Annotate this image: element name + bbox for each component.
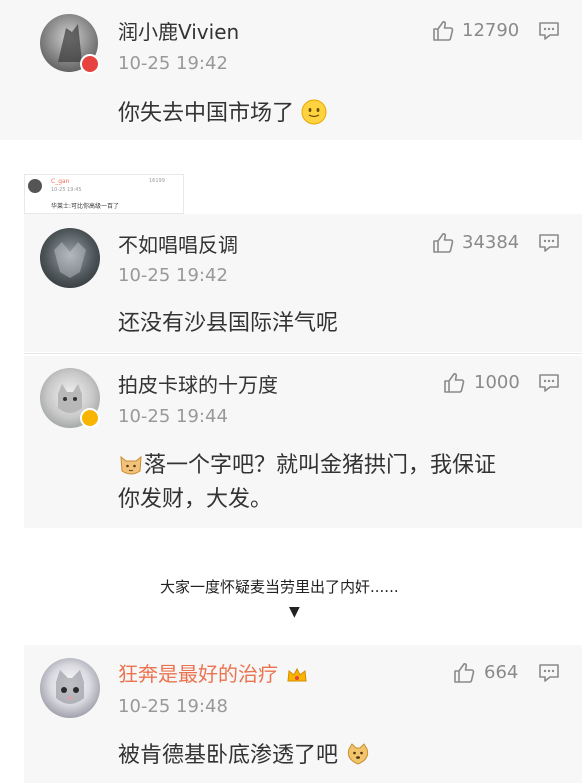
verified-badge <box>80 54 100 74</box>
mini-avatar[interactable] <box>28 179 42 193</box>
comment-time: 10-25 19:42 <box>118 53 228 74</box>
comment-author-label: 狂奔是最好的治疗 <box>118 662 278 686</box>
avatar[interactable] <box>40 658 100 718</box>
doge-emoji-icon <box>347 743 369 765</box>
verified-badge <box>80 408 100 428</box>
mini-text: 华莱士:可比你高级一百了 <box>51 203 120 210</box>
like-count: 34384 <box>462 232 520 253</box>
crown-icon <box>287 667 307 682</box>
comment-icon[interactable] <box>538 232 560 254</box>
comment-text-line1: 落一个字吧？就叫金猪拱门，我保证 <box>144 453 497 478</box>
avatar[interactable] <box>40 228 100 288</box>
comment-text-line2: 你发财，大发。 <box>118 487 273 512</box>
thumb-up-icon[interactable] <box>431 231 455 255</box>
thumb-up-icon[interactable] <box>452 661 476 685</box>
cat-emoji-icon <box>120 455 142 475</box>
comment-time: 10-25 19:48 <box>118 696 228 717</box>
like-count: 664 <box>484 662 519 683</box>
comment-text: 落一个字吧？就叫金猪拱门，我保证 <box>118 448 496 484</box>
thumb-up-icon[interactable] <box>431 19 455 43</box>
mini-time: 10-25 19:45 <box>51 187 82 193</box>
mini-like-count: 16199 <box>149 178 165 184</box>
comment-text-body: 被肯德基卧底渗透了吧 <box>118 743 339 768</box>
mini-author[interactable]: C_gan <box>51 178 69 185</box>
caption: 大家一度怀疑麦当劳里出了内奸...... <box>160 578 399 596</box>
mini-comment-card: C_gan 10-25 19:45 16199 华莱士:可比你高级一百了 <box>24 174 184 214</box>
comment-text-body: 你失去中国市场了 <box>118 101 295 126</box>
like-count: 12790 <box>462 20 520 41</box>
down-arrow-icon: ▼ <box>289 604 300 620</box>
comment-icon[interactable] <box>538 372 560 394</box>
comment-icon[interactable] <box>538 662 560 684</box>
thumb-up-icon[interactable] <box>442 371 466 395</box>
divider <box>24 353 582 354</box>
comment-text: 还没有沙县国际洋气呢 <box>118 311 339 336</box>
like-count: 1000 <box>474 372 520 393</box>
comment-icon[interactable] <box>538 20 560 42</box>
comment-author[interactable]: 不如唱唱反调 <box>118 235 238 255</box>
smile-emoji-icon <box>301 99 327 125</box>
comment-time: 10-25 19:44 <box>118 406 228 427</box>
comment-time: 10-25 19:42 <box>118 265 228 286</box>
comment-author[interactable]: 拍皮卡球的十万度 <box>118 375 278 395</box>
comment-text: 你失去中国市场了 <box>118 96 327 132</box>
comment-text: 被肯德基卧底渗透了吧 <box>118 738 371 774</box>
comment-author[interactable]: 狂奔是最好的治疗 <box>118 664 308 684</box>
comment-author[interactable]: 润小鹿Vivien <box>118 22 239 42</box>
